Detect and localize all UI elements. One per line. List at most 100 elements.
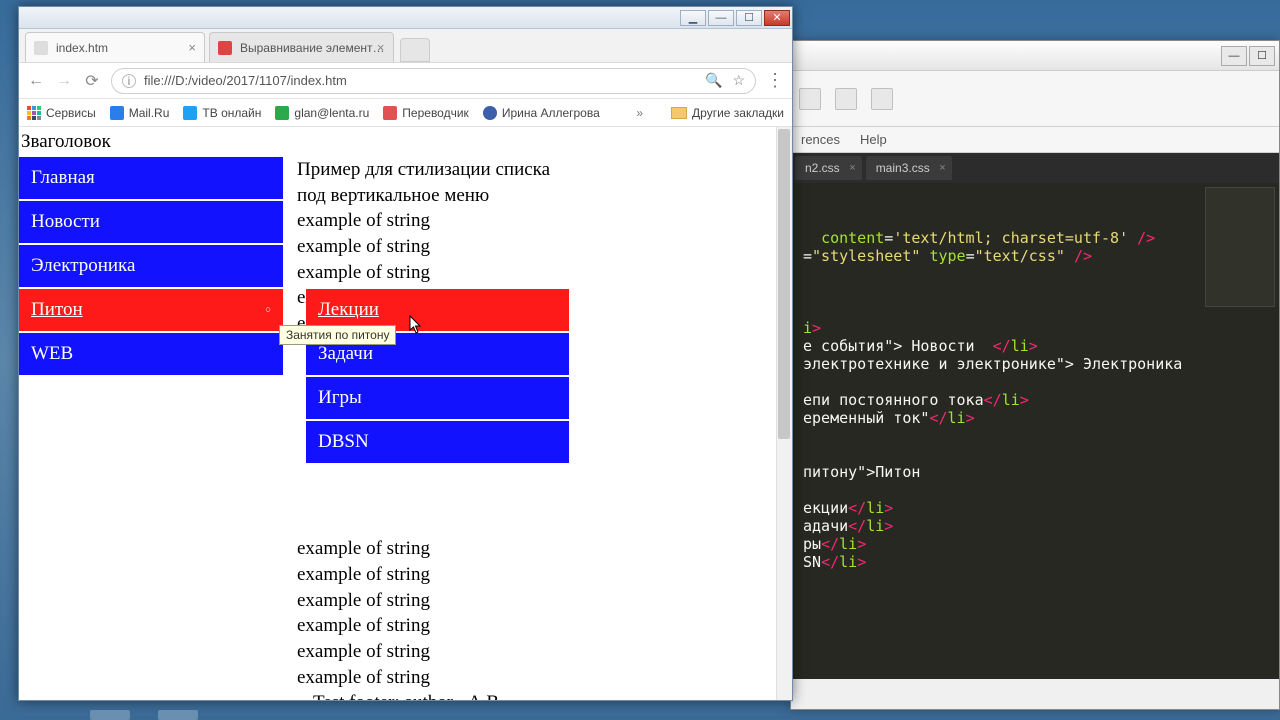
- menu-item-label: Главная: [31, 167, 95, 188]
- menu-item[interactable]: Главная: [19, 157, 283, 201]
- bookmark-label: glan@lenta.ru: [294, 106, 369, 120]
- close-icon[interactable]: ×: [849, 162, 855, 174]
- menu-item-label: Электроника: [31, 255, 135, 276]
- new-tab-button[interactable]: [400, 38, 430, 62]
- content-line: example of string: [297, 234, 577, 260]
- editor-menu-item[interactable]: Help: [860, 132, 887, 147]
- bookmark-label: Переводчик: [402, 106, 469, 120]
- mouse-cursor-icon: [409, 315, 423, 335]
- browser-viewport: Зваголовок Главная Новости Электроника Пито…: [19, 127, 792, 700]
- scrollbar-track[interactable]: [776, 127, 792, 700]
- bookmark-overflow-icon[interactable]: »: [636, 106, 643, 120]
- editor-tab-strip: n2.css × main3.css ×: [791, 153, 1279, 183]
- bookmarks-bar: Сервисы Mail.Ru ТВ онлайн glan@lenta.ru …: [19, 99, 792, 127]
- forward-icon[interactable]: →: [55, 72, 73, 90]
- bookmark-label: Сервисы: [46, 106, 96, 120]
- close-icon[interactable]: ×: [188, 40, 196, 55]
- bookmark-item[interactable]: Переводчик: [383, 106, 469, 120]
- bookmark-item[interactable]: glan@lenta.ru: [275, 106, 369, 120]
- reload-icon[interactable]: ⟳: [83, 71, 101, 91]
- menu-item[interactable]: Питон: [19, 289, 283, 333]
- bookmark-icon: [275, 106, 289, 120]
- close-icon[interactable]: ×: [377, 40, 385, 55]
- window-minimize-button[interactable]: —: [708, 10, 734, 26]
- browser-tab[interactable]: index.htm ×: [25, 32, 205, 62]
- bookmark-item[interactable]: Ирина Аллегрова: [483, 106, 600, 120]
- editor-tab-label: n2.css: [805, 161, 840, 175]
- content-line: example of string: [297, 260, 577, 286]
- bookmark-icon: [483, 106, 497, 120]
- scrollbar-thumb[interactable]: [778, 129, 790, 439]
- content-line: example of string: [297, 208, 577, 234]
- window-maximize-button[interactable]: ☐: [736, 10, 762, 26]
- editor-toolbar: [791, 71, 1279, 127]
- browser-window: ▁ — ☐ ✕ index.htm × Выравнивание элемент…: [18, 6, 793, 701]
- window-hide-button[interactable]: ▁: [680, 10, 706, 26]
- other-bookmarks[interactable]: Другие закладки: [671, 106, 784, 120]
- toolbar-icon[interactable]: [871, 88, 893, 110]
- vertical-menu: Главная Новости Электроника Питон WEB: [19, 157, 283, 700]
- url-text: file:///D:/video/2017/1107/index.htm: [144, 73, 347, 88]
- favicon-icon: [218, 41, 232, 55]
- submenu-item-label: Задачи: [318, 343, 373, 364]
- back-icon[interactable]: ←: [27, 72, 45, 90]
- info-icon[interactable]: i: [122, 74, 136, 88]
- tooltip: Занятия по питону: [279, 325, 396, 345]
- content-line: example of string: [297, 536, 577, 562]
- bookmark-icon: [110, 106, 124, 120]
- bookmark-item[interactable]: ТВ онлайн: [183, 106, 261, 120]
- folder-icon: [671, 107, 687, 119]
- menu-item-label: Новости: [31, 211, 100, 232]
- editor-titlebar: — ☐: [791, 41, 1279, 71]
- menu-item[interactable]: Новости: [19, 201, 283, 245]
- page-footer: Test footer: author - A.B.: [297, 690, 577, 700]
- submenu: Лекции Задачи Игры DBSN: [306, 289, 569, 465]
- content-line: example of string: [297, 613, 577, 639]
- star-icon[interactable]: ☆: [732, 72, 745, 89]
- menu-item[interactable]: WEB: [19, 333, 283, 377]
- window-close-button[interactable]: ✕: [764, 10, 790, 26]
- submenu-item-label: Лекции: [318, 299, 379, 320]
- apps-button[interactable]: Сервисы: [27, 106, 96, 120]
- address-bar[interactable]: i file:///D:/video/2017/1107/index.htm 🔍…: [111, 68, 756, 94]
- bookmark-label: Ирина Аллегрова: [502, 106, 600, 120]
- bookmark-icon: [383, 106, 397, 120]
- editor-tab-label: main3.css: [876, 161, 930, 175]
- bookmark-label: ТВ онлайн: [202, 106, 261, 120]
- bookmark-item[interactable]: Mail.Ru: [110, 106, 170, 120]
- editor-minimize-button[interactable]: —: [1221, 46, 1247, 66]
- apps-icon: [27, 106, 41, 120]
- zoom-icon[interactable]: 🔍: [705, 72, 722, 89]
- submenu-item[interactable]: Игры: [306, 377, 569, 421]
- content-line: example of string: [297, 639, 577, 665]
- submenu-item-label: DBSN: [318, 431, 369, 452]
- browser-tab[interactable]: Выравнивание элемент… ×: [209, 32, 394, 62]
- content-heading: Пример для стилизации списка под вертика…: [297, 157, 577, 208]
- content-line: example of string: [297, 588, 577, 614]
- content-line: example of string: [297, 562, 577, 588]
- browser-tab-strip: index.htm × Выравнивание элемент… ×: [19, 29, 792, 63]
- bookmark-label: Другие закладки: [692, 106, 784, 120]
- close-icon[interactable]: ×: [939, 162, 945, 174]
- editor-menu-item[interactable]: rences: [801, 132, 840, 147]
- editor-code-area[interactable]: content='text/html; charset=utf-8' /> ="…: [791, 183, 1279, 679]
- editor-tab[interactable]: main3.css ×: [866, 156, 952, 180]
- toolbar-icon[interactable]: [835, 88, 857, 110]
- page-title: Зваголовок: [19, 127, 792, 157]
- submenu-item[interactable]: DBSN: [306, 421, 569, 465]
- editor-minimap[interactable]: [1205, 187, 1275, 307]
- bookmark-label: Mail.Ru: [129, 106, 170, 120]
- menu-item-label: WEB: [31, 343, 73, 364]
- editor-tab[interactable]: n2.css ×: [795, 156, 862, 180]
- submenu-item-label: Игры: [318, 387, 362, 408]
- browser-titlebar: ▁ — ☐ ✕: [19, 7, 792, 29]
- editor-maximize-button[interactable]: ☐: [1249, 46, 1275, 66]
- browser-toolbar: ← → ⟳ i file:///D:/video/2017/1107/index…: [19, 63, 792, 99]
- toolbar-icon[interactable]: [799, 88, 821, 110]
- menu-item-label: Питон: [31, 299, 83, 320]
- browser-tab-label: index.htm: [56, 41, 108, 55]
- editor-menu-bar: rences Help: [791, 127, 1279, 153]
- taskbar-fragment: [90, 710, 198, 720]
- browser-menu-icon[interactable]: ⋮: [766, 70, 784, 91]
- menu-item[interactable]: Электроника: [19, 245, 283, 289]
